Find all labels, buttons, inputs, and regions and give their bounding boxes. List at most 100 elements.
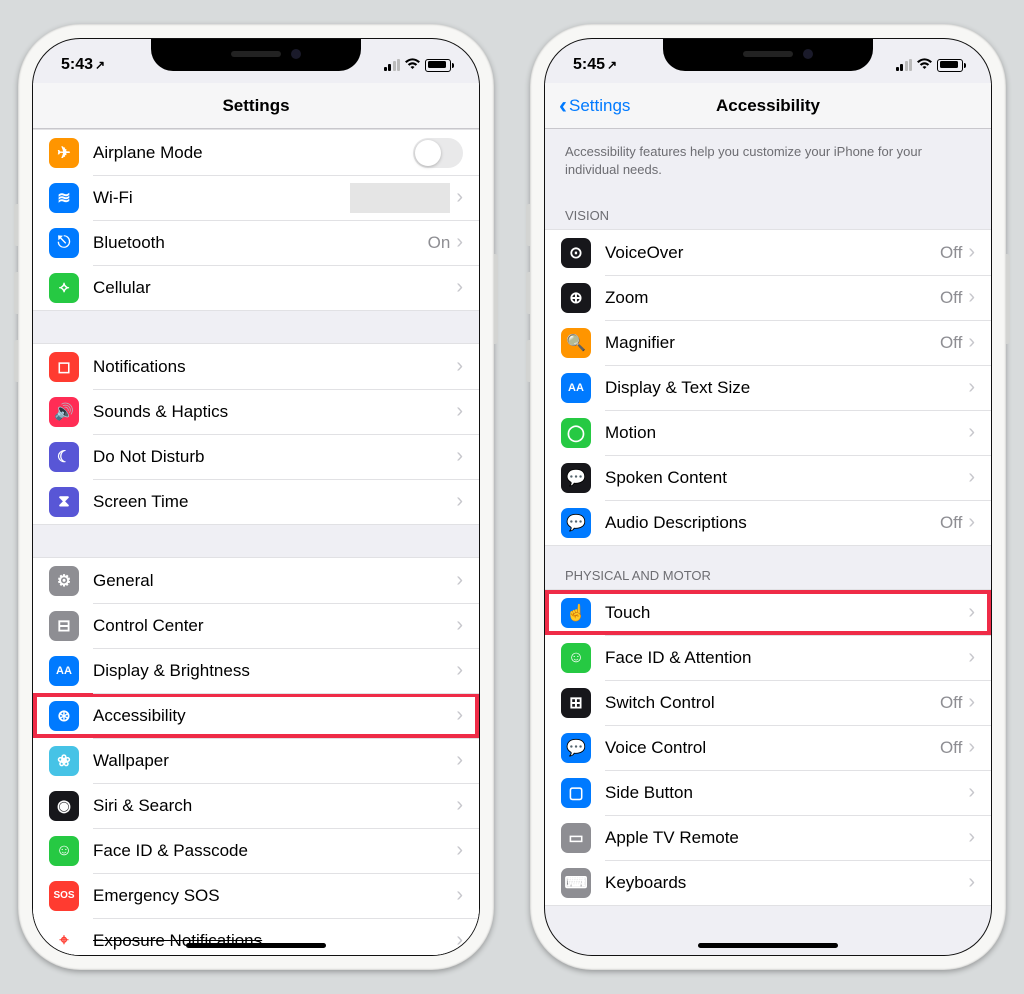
row-motion[interactable]: ◯Motion›	[545, 410, 991, 455]
notch	[151, 38, 361, 71]
phone-right: 5:45↗ ‹ Settings Accessibility Accessibi…	[530, 24, 1006, 970]
cellular-signal-icon	[896, 59, 913, 71]
row-label: Face ID & Attention	[605, 648, 968, 668]
display-icon: AA	[49, 656, 79, 686]
motion-icon: ◯	[561, 418, 591, 448]
cellular-icon: ⟡	[49, 273, 79, 303]
row-cellular[interactable]: ⟡Cellular›	[33, 265, 479, 310]
wifi-icon	[404, 57, 421, 74]
row-airplane[interactable]: ✈Airplane Mode	[33, 130, 479, 175]
row-screentime[interactable]: ⧗ Screen Time›	[33, 479, 479, 524]
list-group: ⚙General›⊟Control Center›AADisplay & Bri…	[33, 557, 479, 955]
row-zoom[interactable]: ⊕ZoomOff›	[545, 275, 991, 320]
screen-left: 5:43↗ Settings ✈Airplane Mode≋Wi-Fi›⎋Blu…	[32, 38, 480, 956]
chevron-right-icon: ›	[456, 490, 463, 513]
chevron-right-icon: ›	[456, 659, 463, 682]
group-description: Accessibility features help you customiz…	[545, 129, 991, 186]
row-faceid[interactable]: ☺Face ID & Passcode›	[33, 828, 479, 873]
chevron-right-icon: ›	[968, 826, 975, 849]
row-label: Wi-Fi	[93, 188, 350, 208]
home-indicator[interactable]	[698, 943, 838, 948]
row-keyboards[interactable]: ⌨Keyboards›	[545, 860, 991, 905]
row-label: Magnifier	[605, 333, 940, 353]
row-accessibility[interactable]: ⊛Accessibility›	[33, 693, 479, 738]
row-sos[interactable]: SOSEmergency SOS›	[33, 873, 479, 918]
spoken-icon: 💬	[561, 463, 591, 493]
siri-icon: ◉	[49, 791, 79, 821]
row-audiodesc[interactable]: 💬Audio DescriptionsOff›	[545, 500, 991, 545]
chevron-right-icon: ›	[456, 929, 463, 952]
row-label: Touch	[605, 603, 968, 623]
airplane-icon: ✈	[49, 138, 79, 168]
row-sidebutton[interactable]: ▢Side Button›	[545, 770, 991, 815]
settings-list[interactable]: ✈Airplane Mode ≋ Wi-Fi › ⎋BluetoothOn› ⟡ Cellu…	[33, 129, 479, 955]
row-voicecontrol[interactable]: 💬Voice ControlOff›	[545, 725, 991, 770]
row-label: Zoom	[605, 288, 940, 308]
chevron-right-icon: ›	[456, 614, 463, 637]
row-wallpaper[interactable]: ❀Wallpaper›	[33, 738, 479, 783]
chevron-right-icon: ›	[968, 646, 975, 669]
back-button[interactable]: ‹ Settings	[559, 96, 630, 116]
row-value: Off	[940, 288, 962, 308]
row-spoken[interactable]: 💬Spoken Content›	[545, 455, 991, 500]
chevron-right-icon: ›	[456, 400, 463, 423]
row-faceattention[interactable]: ☺Face ID & Attention›	[545, 635, 991, 680]
row-value: Off	[940, 333, 962, 353]
row-siri[interactable]: ◉Siri & Search›	[33, 783, 479, 828]
group-header: PHYSICAL AND MOTOR	[545, 546, 991, 589]
toggle-airplane[interactable]	[413, 138, 463, 168]
row-voiceover[interactable]: ⊙VoiceOverOff›	[545, 230, 991, 275]
row-touch[interactable]: ☝Touch›	[545, 590, 991, 635]
status-indicators	[384, 57, 452, 74]
screentime-icon: ⧗	[49, 487, 79, 517]
row-switchcontrol[interactable]: ⊞Switch ControlOff›	[545, 680, 991, 725]
row-magnifier[interactable]: 🔍MagnifierOff›	[545, 320, 991, 365]
row-wifi[interactable]: ≋Wi-Fi›	[33, 175, 479, 220]
chevron-right-icon: ›	[968, 511, 975, 534]
chevron-right-icon: ›	[968, 691, 975, 714]
wifi-icon: ≋	[49, 183, 79, 213]
chevron-right-icon: ›	[968, 331, 975, 354]
row-label: General	[93, 571, 456, 591]
row-label: Face ID & Passcode	[93, 841, 456, 861]
sounds-icon: 🔊	[49, 397, 79, 427]
chevron-right-icon: ›	[968, 466, 975, 489]
list-group: ⊙VoiceOverOff›⊕ZoomOff›🔍MagnifierOff›AAD…	[545, 229, 991, 546]
general-icon: ⚙	[49, 566, 79, 596]
phone-left: 5:43↗ Settings ✈Airplane Mode≋Wi-Fi›⎋Blu…	[18, 24, 494, 970]
row-general[interactable]: ⚙General›	[33, 558, 479, 603]
row-bluetooth[interactable]: ⎋BluetoothOn›	[33, 220, 479, 265]
home-indicator[interactable]	[186, 943, 326, 948]
touch-icon: ☝	[561, 598, 591, 628]
row-label: Switch Control	[605, 693, 940, 713]
accessibility-icon: ⊛	[49, 701, 79, 731]
row-appletv[interactable]: ▭Apple TV Remote›	[545, 815, 991, 860]
row-label: Do Not Disturb	[93, 447, 456, 467]
row-exposure[interactable]: ⌖Exposure Notifications›	[33, 918, 479, 955]
row-display[interactable]: AADisplay & Brightness›	[33, 648, 479, 693]
row-label: Emergency SOS	[93, 886, 456, 906]
row-sounds[interactable]: 🔊Sounds & Haptics›	[33, 389, 479, 434]
screen-right: 5:45↗ ‹ Settings Accessibility Accessibi…	[544, 38, 992, 956]
row-value: Off	[940, 693, 962, 713]
accessibility-list[interactable]: Accessibility features help you customiz…	[545, 129, 991, 955]
dnd-icon: ☾	[49, 442, 79, 472]
row-label: Motion	[605, 423, 968, 443]
nav-bar: Settings	[33, 83, 479, 129]
row-textsize[interactable]: AADisplay & Text Size›	[545, 365, 991, 410]
row-notifications[interactable]: ◻Notifications›	[33, 344, 479, 389]
row-label: Cellular	[93, 278, 456, 298]
row-dnd[interactable]: ☾ Do Not Disturb›	[33, 434, 479, 479]
row-label: Screen Time	[93, 492, 456, 512]
row-label: Wallpaper	[93, 751, 456, 771]
nav-bar: ‹ Settings Accessibility	[545, 83, 991, 129]
row-controlcenter[interactable]: ⊟Control Center›	[33, 603, 479, 648]
chevron-right-icon: ›	[456, 445, 463, 468]
sos-icon: SOS	[49, 881, 79, 911]
chevron-right-icon: ›	[456, 704, 463, 727]
faceid-icon: ☺	[49, 836, 79, 866]
nav-title: Settings	[222, 96, 289, 116]
row-value: On	[428, 233, 451, 253]
row-label: Notifications	[93, 357, 456, 377]
chevron-right-icon: ›	[968, 736, 975, 759]
